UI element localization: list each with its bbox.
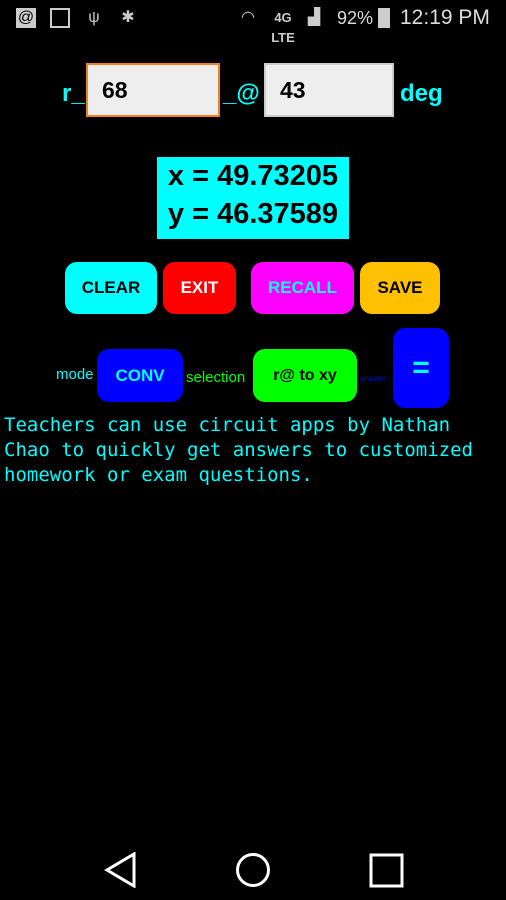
r-label: r_ bbox=[62, 80, 85, 107]
usb-icon: ψ bbox=[88, 9, 100, 26]
back-icon bbox=[104, 851, 136, 889]
answer-label: answer bbox=[360, 374, 386, 383]
battery-charging-icon bbox=[378, 8, 390, 28]
selection-label: selection bbox=[186, 369, 246, 386]
clear-button[interactable]: CLEAR bbox=[65, 262, 157, 314]
recents-button[interactable] bbox=[369, 853, 405, 894]
conv-mode-button[interactable]: CONV bbox=[97, 349, 183, 402]
back-button[interactable] bbox=[104, 851, 138, 893]
result-y: y = 46.37589 bbox=[167, 198, 339, 230]
equals-button[interactable]: = bbox=[393, 328, 449, 408]
result-x: x = 49.73205 bbox=[167, 160, 339, 192]
info-message: Teachers can use circuit apps by Nathan … bbox=[4, 414, 473, 486]
magnitude-input[interactable]: 68 bbox=[86, 63, 220, 117]
exit-button[interactable]: EXIT bbox=[163, 262, 236, 314]
home-icon bbox=[236, 853, 270, 887]
recents-icon bbox=[369, 853, 404, 888]
battery-percent: 92% bbox=[337, 8, 374, 28]
angle-label: _@ bbox=[223, 80, 260, 107]
bug-icon: ✱ bbox=[121, 9, 135, 26]
at-icon: @ bbox=[16, 8, 36, 28]
unit-label: deg bbox=[400, 80, 443, 107]
recall-button[interactable]: RECALL bbox=[251, 262, 354, 314]
wifi-icon: ◠ bbox=[241, 9, 255, 26]
status-bar: @ ψ ✱ ◠ 4G LTE ▟ 92% 12:19 PM bbox=[0, 0, 506, 45]
network-type: 4G LTE bbox=[271, 10, 295, 45]
result-display: x = 49.73205 y = 46.37589 bbox=[157, 157, 349, 239]
signal-icon: ▟ bbox=[307, 9, 321, 26]
clock: 12:19 PM bbox=[400, 6, 490, 29]
selection-button[interactable]: r@ to xy bbox=[253, 349, 357, 402]
mode-label: mode bbox=[56, 366, 94, 383]
save-button[interactable]: SAVE bbox=[360, 262, 440, 314]
home-button[interactable] bbox=[235, 852, 271, 893]
angle-input[interactable]: 43 bbox=[264, 63, 394, 117]
image-icon bbox=[50, 8, 70, 28]
